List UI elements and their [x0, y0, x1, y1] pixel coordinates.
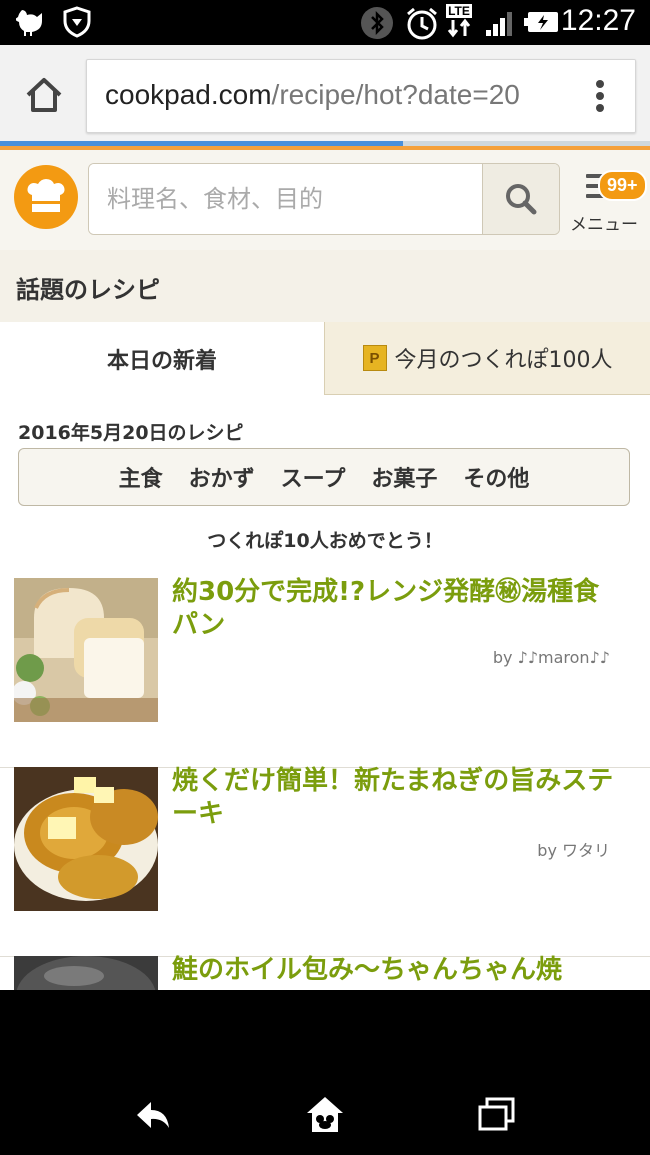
search-button[interactable] [482, 164, 559, 234]
search-box [88, 163, 560, 235]
recipe-thumbnail[interactable] [14, 767, 158, 911]
category-side-dish[interactable]: おかず [189, 461, 255, 493]
lte-icon: LTE [446, 4, 472, 38]
home-button-icon[interactable] [300, 1095, 350, 1135]
battery-icon [524, 10, 560, 34]
overflow-menu-icon[interactable] [565, 60, 635, 132]
recipe-item[interactable]: 焼くだけ簡単！新たまねぎの旨みステーキ by ワタリ [0, 765, 650, 957]
page-content: 99+ メニュー 話題のレシピ 本日の新着 P 今月のつくれぽ100人 2016… [0, 150, 650, 990]
category-filter: 主食 おかず スープ お菓子 その他 [18, 448, 630, 506]
recipe-title[interactable]: 焼くだけ簡単！新たまねぎの旨みステーキ [172, 765, 622, 831]
menu-button[interactable]: 99+ メニュー [566, 168, 647, 238]
signal-icon [484, 8, 516, 38]
recipe-item[interactable]: 鮭のホイル包み〜ちゃんちゃん焼 [0, 954, 650, 990]
category-staple[interactable]: 主食 [119, 461, 163, 493]
shield-icon [62, 6, 92, 38]
recipe-title[interactable]: 約30分で完成!?レンジ発酵㊙湯種食パン [172, 576, 622, 642]
notification-badge: 99+ [598, 170, 647, 201]
tab-bar: 本日の新着 P 今月のつくれぽ100人 [0, 322, 650, 396]
browser-toolbar: cookpad.com/recipe/hot?date=20 [0, 45, 650, 141]
system-nav-bar [0, 990, 650, 1155]
tab-label: 本日の新着 [106, 349, 217, 374]
menu-label: メニュー [570, 215, 638, 235]
rooster-icon [16, 6, 50, 38]
recipe-thumbnail[interactable] [14, 956, 158, 990]
site-header: 99+ メニュー [0, 150, 650, 251]
url-text: cookpad.com/recipe/hot?date=20 [105, 79, 520, 110]
recipe-thumbnail[interactable] [14, 578, 158, 722]
category-soup[interactable]: スープ [281, 461, 346, 493]
status-bar: LTE 12:27 [0, 0, 650, 45]
congrats-message: つくれぽ10人おめでとう！ [207, 530, 443, 552]
recipe-author[interactable]: by ♪♪maron♪♪ [493, 648, 610, 667]
search-icon [506, 184, 537, 215]
alarm-icon [404, 6, 440, 42]
section-header: 話題のレシピ [0, 250, 650, 323]
back-icon[interactable] [128, 1095, 178, 1135]
tab-today-new[interactable]: 本日の新着 [0, 322, 324, 396]
premium-icon: P [362, 345, 387, 371]
category-other[interactable]: その他 [463, 461, 529, 493]
tab-monthly-tsukurepo[interactable]: P 今月のつくれぽ100人 [324, 322, 650, 395]
recipe-item[interactable]: 約30分で完成!?レンジ発酵㊙湯種食パン by ♪♪maron♪♪ [0, 576, 650, 768]
tab-label: 今月のつくれぽ100人 [394, 348, 613, 373]
recipe-author[interactable]: by ワタリ [537, 837, 610, 861]
page-title: 話題のレシピ [16, 276, 160, 304]
status-time: 12:27 [560, 4, 636, 37]
home-icon[interactable] [22, 75, 66, 115]
url-field[interactable]: cookpad.com/recipe/hot?date=20 [86, 59, 636, 133]
bluetooth-icon [360, 6, 394, 40]
recent-apps-icon[interactable] [472, 1095, 522, 1135]
cookpad-logo[interactable] [14, 165, 78, 229]
recipe-title[interactable]: 鮭のホイル包み〜ちゃんちゃん焼 [172, 954, 622, 987]
category-sweets[interactable]: お菓子 [371, 461, 437, 493]
date-label: 2016年5月20日のレシピ [18, 422, 244, 444]
search-input[interactable] [89, 164, 483, 234]
